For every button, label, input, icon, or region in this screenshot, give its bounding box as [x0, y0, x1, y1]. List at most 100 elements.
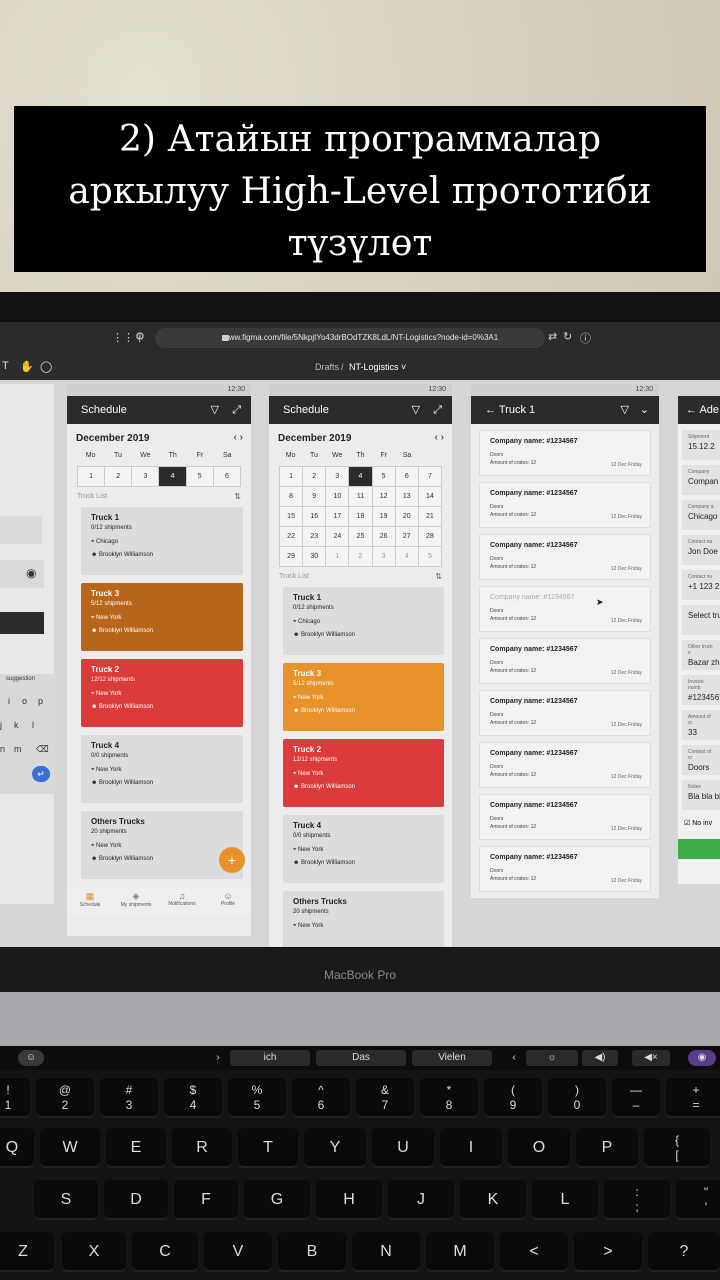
calendar-day[interactable]: 10	[326, 487, 350, 507]
key-9[interactable]: (9	[484, 1078, 542, 1118]
form-field[interactable]: Company a Chicago	[682, 500, 720, 530]
month-nav-icons[interactable]: ‹ ›	[234, 432, 243, 443]
calendar-day[interactable]: 30	[303, 547, 327, 567]
calendar-day[interactable]: 6	[395, 467, 419, 487]
nav-notifications[interactable]: ♫ Notifications	[159, 887, 205, 915]
calendar-day[interactable]: 8	[280, 487, 304, 507]
expand-icon[interactable]: ⤢	[433, 396, 442, 424]
breadcrumb-file[interactable]: NT-Logistics ˅	[349, 362, 406, 372]
key-6[interactable]: ^ 6	[292, 1078, 350, 1118]
shipment-card[interactable]: Company name: #1234567 Doors Amount of cra…	[479, 846, 651, 892]
key-slash[interactable]: ?	[648, 1232, 720, 1272]
submit-button[interactable]	[678, 839, 720, 859]
truck-card[interactable]: Truck 3 5/12 shipments ⌖ New York ☻ Broo…	[283, 663, 444, 731]
calendar-day[interactable]: 7	[418, 467, 442, 487]
key-j[interactable]: J	[388, 1180, 454, 1220]
suggestion-vielen[interactable]: Vielen	[412, 1050, 492, 1066]
key-semicolon[interactable]: : ;	[604, 1180, 670, 1220]
expand-icon[interactable]: ⤢	[232, 396, 241, 424]
select-truck-field[interactable]: Select tru	[682, 605, 720, 635]
shipment-card[interactable]: Company name: #1234567 Doors Amount of cra…	[479, 794, 651, 840]
no-invoice-checkbox[interactable]: ☑ No inv	[678, 815, 720, 831]
hand-tool-icon[interactable]: ✋	[20, 360, 34, 373]
form-field[interactable]: Shipment 15.12.2	[682, 430, 720, 460]
key-1[interactable]: ! 1	[0, 1078, 30, 1118]
collapse-icon[interactable]: ⌄	[640, 396, 649, 424]
calendar-day[interactable]: 26	[372, 527, 396, 547]
key-n[interactable]: n	[0, 744, 5, 754]
calendar-day[interactable]: 2	[349, 547, 373, 567]
truck-card[interactable]: Truck 1 0/12 shipments ⌖ Chicago ☻ Brook…	[283, 587, 444, 655]
key-m[interactable]: m	[14, 744, 22, 754]
key-period[interactable]: >	[574, 1232, 642, 1272]
back-arrow-icon[interactable]: ←	[686, 404, 699, 416]
form-field[interactable]: Company Compan	[682, 465, 720, 495]
calendar-day[interactable]: 1	[280, 467, 304, 487]
password-field[interactable]: ◉	[0, 560, 44, 588]
key-3[interactable]: #3	[100, 1078, 158, 1118]
calendar-day[interactable]: 28	[418, 527, 442, 547]
calendar-day[interactable]: 12	[372, 487, 396, 507]
calendar-day[interactable]: 15	[280, 507, 304, 527]
calendar-day[interactable]: 18	[349, 507, 373, 527]
add-button[interactable]: +	[219, 847, 245, 873]
form-field[interactable]: Contact nu +1 123 2	[682, 570, 720, 600]
key-w[interactable]: W	[40, 1128, 100, 1168]
calendar-day[interactable]: 20	[395, 507, 419, 527]
reload-icon[interactable]: ↻	[563, 330, 572, 343]
volume-icon[interactable]: ◀)	[582, 1050, 618, 1066]
calendar-day[interactable]: 6	[213, 467, 241, 487]
translate-icon[interactable]: ⇄	[548, 330, 557, 343]
key-m[interactable]: M	[426, 1232, 494, 1272]
calendar-day[interactable]: 5	[186, 467, 214, 487]
shipment-card[interactable]: Company name: #1234567 Doors Amount of cra…	[479, 430, 651, 476]
calendar-day[interactable]: 13	[395, 487, 419, 507]
back-arrow-icon[interactable]: ←	[485, 404, 499, 416]
shipment-card[interactable]: Company name: #1234567 Doors Amount of cra…	[479, 638, 651, 684]
key-bracket-left[interactable]: { [	[644, 1128, 710, 1168]
key-comma[interactable]: <	[500, 1232, 568, 1272]
info-icon[interactable]: ⓘ	[580, 330, 591, 346]
calendar-day[interactable]: 2	[105, 467, 133, 487]
calendar-day[interactable]: 1	[78, 467, 106, 487]
nav-my-shipments[interactable]: ◈ My shipments	[113, 887, 159, 915]
month-nav-icons[interactable]: ‹ ›	[435, 432, 444, 443]
login-button[interactable]	[0, 612, 44, 634]
calendar-day[interactable]: 3	[372, 547, 396, 567]
form-field[interactable]: Contact na Jon Doe	[682, 535, 720, 565]
key-d[interactable]: D	[104, 1180, 168, 1220]
emoji-icon[interactable]: ☺	[18, 1050, 44, 1066]
sort-icon[interactable]: ⇅	[234, 492, 241, 501]
calendar-day[interactable]: 3	[132, 467, 160, 487]
calendar-day[interactable]: 14	[418, 487, 442, 507]
key-b[interactable]: B	[278, 1232, 346, 1272]
calendar-day-selected[interactable]: 4	[349, 467, 373, 487]
calendar-day[interactable]: 5	[418, 547, 442, 567]
calendar-day[interactable]: 11	[349, 487, 373, 507]
url-bar[interactable]: www.figma.com/file/5NkpjtYo43drBOdTZK8Ld…	[155, 328, 545, 348]
truck-card[interactable]: Truck 2 12/12 shipments ⌖ New York ☻ Bro…	[81, 659, 243, 727]
key-7[interactable]: & 7	[356, 1078, 414, 1118]
key-k[interactable]: K	[460, 1180, 526, 1220]
calendar-day[interactable]: 22	[280, 527, 304, 547]
calendar-day[interactable]: 17	[326, 507, 350, 527]
truck-card[interactable]: Others Trucks 20 shipments ⌖ New York ☻ …	[81, 811, 245, 879]
shipment-card[interactable]: Company name: #1234567 Doors Amount of cra…	[479, 690, 651, 736]
calendar-day[interactable]: 9	[303, 487, 327, 507]
calendar-day[interactable]: 29	[280, 547, 304, 567]
key-z[interactable]: Z	[0, 1232, 54, 1272]
shipment-card[interactable]: Company name: #1234567 Doors Amount of cra…	[479, 586, 651, 632]
calendar-day[interactable]: 16	[303, 507, 327, 527]
chevron-right-icon[interactable]: ›	[212, 1050, 224, 1066]
truck-card[interactable]: Truck 3 5/12 shipments ⌖ New York ☻ Broo…	[81, 583, 243, 651]
key-q[interactable]: Q	[0, 1128, 34, 1168]
breadcrumb-drafts[interactable]: Drafts	[315, 362, 339, 372]
key-2[interactable]: @2	[36, 1078, 94, 1118]
key-o[interactable]: o	[22, 696, 27, 706]
key-k[interactable]: k	[14, 720, 19, 730]
calendar-day[interactable]: 25	[349, 527, 373, 547]
key-8[interactable]: * 8	[420, 1078, 478, 1118]
form-field[interactable]: Content of cr Doors	[682, 745, 720, 775]
sort-icon[interactable]: ⇅	[435, 572, 442, 581]
filter-icon[interactable]: ▽	[412, 396, 420, 424]
